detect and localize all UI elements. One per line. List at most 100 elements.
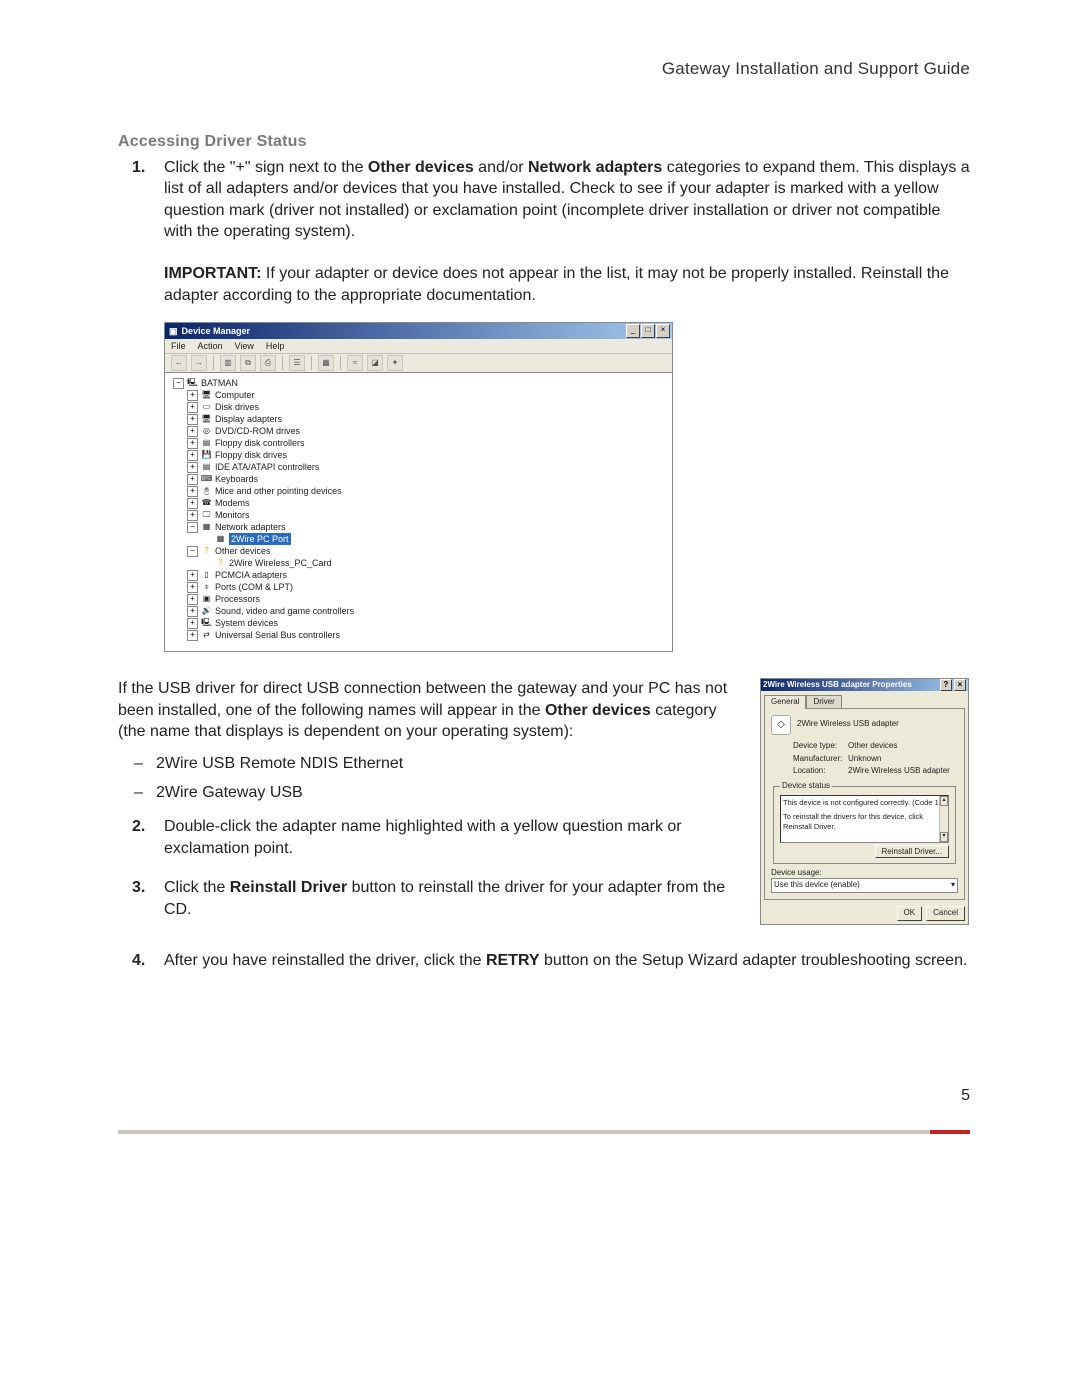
window-title: Device Manager (182, 325, 251, 337)
expand-icon[interactable]: + (187, 630, 198, 641)
scroll-down-icon[interactable]: ▾ (940, 832, 948, 842)
expand-icon[interactable]: + (187, 450, 198, 461)
dropdown-icon[interactable]: ▾ (951, 880, 955, 891)
scrollbar[interactable]: ▴ ▾ (939, 796, 948, 842)
expand-icon[interactable]: + (187, 618, 198, 629)
expand-icon[interactable]: + (187, 438, 198, 449)
back-icon[interactable]: ← (171, 355, 187, 371)
network-adapters-node[interactable]: − ▦ Network adapters (187, 521, 668, 533)
expand-icon[interactable]: + (187, 606, 198, 617)
close-button[interactable]: × (954, 679, 966, 691)
type-value: Other devices (848, 741, 897, 752)
device-icon: ◎ (201, 426, 212, 437)
tree-category[interactable]: +💾Floppy disk drives (187, 449, 668, 461)
print-icon[interactable]: ⎙ (260, 355, 276, 371)
footer-bar (118, 1130, 970, 1134)
left-column: If the USB driver for direct USB connect… (118, 678, 740, 938)
device-icon: ⌽ (201, 582, 212, 593)
usage-label: Device usage: (771, 868, 958, 879)
expand-icon[interactable]: + (187, 594, 198, 605)
other-devices-node[interactable]: − ? Other devices (187, 545, 668, 557)
tree-category[interactable]: +⌨Keyboards (187, 473, 668, 485)
tree-category[interactable]: +⌽Ports (COM & LPT) (187, 581, 668, 593)
close-button[interactable]: × (656, 324, 670, 338)
device-icon: 🖥 (201, 390, 212, 401)
toolbar-separator (213, 356, 214, 370)
tree-category[interactable]: +◎DVD/CD-ROM drives (187, 425, 668, 437)
tb-icon-10[interactable]: ✦ (387, 355, 403, 371)
forward-icon[interactable]: → (191, 355, 207, 371)
tb-icon-9[interactable]: ◪ (367, 355, 383, 371)
cancel-button[interactable]: Cancel (926, 906, 965, 921)
tree-category[interactable]: +🔊Sound, video and game controllers (187, 605, 668, 617)
tree-category[interactable]: +▣Processors (187, 593, 668, 605)
manu-value: Unknown (848, 754, 881, 765)
net-child-node[interactable]: ▦ 2Wire PC Port (201, 533, 668, 545)
usb-para-bold: Other devices (545, 702, 651, 719)
dialog-titlebar[interactable]: 2Wire Wireless USB adapter Properties ? … (761, 679, 968, 691)
step-3: Click the Reinstall Driver button to rei… (164, 877, 740, 920)
menu-view[interactable]: View (235, 340, 254, 352)
collapse-icon[interactable]: − (187, 522, 198, 533)
expand-icon[interactable]: + (187, 498, 198, 509)
other-child-node[interactable]: ? 2Wire Wireless_PC_Card (201, 557, 668, 569)
ok-button[interactable]: OK (897, 906, 923, 921)
tree-root-node[interactable]: − 🖳 BATMAN (173, 377, 668, 389)
maximize-button[interactable]: □ (641, 324, 655, 338)
manu-label: Manufacturer: (793, 754, 848, 765)
expand-icon[interactable]: + (187, 474, 198, 485)
expand-icon[interactable]: + (187, 582, 198, 593)
expand-icon[interactable]: + (187, 462, 198, 473)
dialog-title: 2Wire Wireless USB adapter Properties (763, 680, 912, 691)
tree-category[interactable]: +🖳System devices (187, 617, 668, 629)
tree-category[interactable]: +🖵Monitors (187, 509, 668, 521)
tab-driver[interactable]: Driver (806, 695, 841, 709)
expand-icon[interactable]: + (187, 510, 198, 521)
category-label: System devices (215, 617, 278, 629)
menu-action[interactable]: Action (198, 340, 223, 352)
steps-full-width: After you have reinstalled the driver, c… (118, 950, 970, 972)
tb-icon-3[interactable]: ▥ (220, 355, 236, 371)
tree-category[interactable]: +▤IDE ATA/ATAPI controllers (187, 461, 668, 473)
tree-category[interactable]: +▭Disk drives (187, 401, 668, 413)
tree-category[interactable]: +☎Modems (187, 497, 668, 509)
tb-icon-6[interactable]: ☰ (289, 355, 305, 371)
two-column-block: If the USB driver for direct USB connect… (118, 678, 970, 938)
tree-category[interactable]: +▤Floppy disk controllers (187, 437, 668, 449)
collapse-icon[interactable]: − (187, 546, 198, 557)
expand-icon[interactable]: + (187, 426, 198, 437)
window-titlebar[interactable]: ▣ Device Manager _ □ × (165, 323, 672, 339)
collapse-icon[interactable]: − (173, 378, 184, 389)
tree-category[interactable]: +🖥Computer (187, 389, 668, 401)
tb-icon-7[interactable]: ▦ (318, 355, 334, 371)
scroll-up-icon[interactable]: ▴ (940, 796, 948, 806)
device-icon: ☎ (201, 498, 212, 509)
tree-category[interactable]: +▯PCMCIA adapters (187, 569, 668, 581)
help-button[interactable]: ? (940, 679, 952, 691)
toolbar: ← → ▥ ⧉ ⎙ ☰ ▦ ≈ ◪ ✦ (165, 354, 672, 373)
expand-icon[interactable]: + (187, 390, 198, 401)
tree-category[interactable]: +⇄Universal Serial Bus controllers (187, 629, 668, 641)
expand-icon[interactable]: + (187, 570, 198, 581)
device-big-icon: ◇ (771, 715, 791, 735)
expand-icon[interactable]: + (187, 402, 198, 413)
loc-value: 2Wire Wireless USB adapter (848, 766, 950, 777)
usage-select[interactable]: Use this device (enable) ▾ (771, 878, 958, 893)
tb-icon-4[interactable]: ⧉ (240, 355, 256, 371)
reinstall-driver-button[interactable]: Reinstall Driver... (875, 845, 949, 858)
expand-icon[interactable]: + (187, 414, 198, 425)
minimize-button[interactable]: _ (626, 324, 640, 338)
tree-category[interactable]: +🖥Display adapters (187, 413, 668, 425)
device-icon: 🖰 (201, 486, 212, 497)
menu-help[interactable]: Help (266, 340, 285, 352)
tree-category[interactable]: +🖰Mice and other pointing devices (187, 485, 668, 497)
right-column: 2Wire Wireless USB adapter Properties ? … (760, 678, 970, 925)
menu-file[interactable]: File (171, 340, 186, 352)
expand-icon[interactable]: + (187, 486, 198, 497)
device-tree[interactable]: − 🖳 BATMAN +🖥Computer+▭Disk drives+🖥Disp… (165, 373, 672, 651)
category-label: Universal Serial Bus controllers (215, 629, 340, 641)
tb-icon-8[interactable]: ≈ (347, 355, 363, 371)
device-icon: ▯ (201, 570, 212, 581)
selected-adapter[interactable]: 2Wire PC Port (229, 533, 291, 545)
tab-general[interactable]: General (764, 695, 806, 709)
